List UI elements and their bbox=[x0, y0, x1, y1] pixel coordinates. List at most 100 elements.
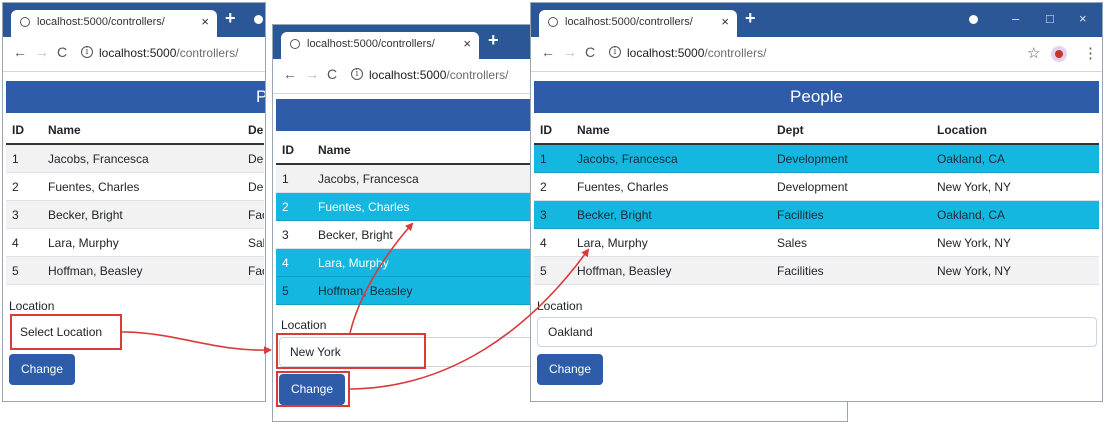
table-cell: 5 bbox=[276, 276, 312, 305]
page-heading: People bbox=[790, 87, 843, 106]
col-id: ID bbox=[6, 117, 42, 145]
address-bar[interactable]: localhost:5000/controllers/ bbox=[627, 46, 766, 60]
profile-icon[interactable] bbox=[969, 15, 978, 24]
close-tab-icon[interactable]: × bbox=[721, 14, 729, 29]
table-cell: Facilities bbox=[771, 256, 931, 285]
globe-icon bbox=[20, 17, 30, 27]
browser-toolbar: ← → C i localhost:5000/controllers/ bbox=[3, 37, 265, 72]
address-host: localhost:5000 bbox=[627, 46, 705, 60]
table-cell: Fuentes, Charles bbox=[312, 192, 526, 221]
location-label: Location bbox=[9, 299, 55, 313]
col-name: Name bbox=[312, 137, 526, 165]
tab-title: localhost:5000/controllers/ bbox=[307, 38, 435, 50]
new-tab-button[interactable]: + bbox=[488, 30, 499, 51]
change-button[interactable]: Change bbox=[537, 354, 603, 385]
browser-tab[interactable]: localhost:5000/controllers/ × bbox=[281, 32, 479, 59]
maximize-button[interactable]: □ bbox=[1046, 11, 1054, 26]
back-button[interactable]: ← bbox=[13, 44, 27, 60]
table-row: 4 Lara, Murphy Sales New York, NY bbox=[534, 228, 1099, 257]
location-input[interactable]: Oakland bbox=[537, 317, 1097, 347]
close-tab-icon[interactable]: × bbox=[201, 14, 209, 29]
browser-tab[interactable]: localhost:5000/controllers/ × bbox=[539, 10, 737, 37]
bookmark-star-icon[interactable]: ☆ bbox=[1027, 44, 1040, 62]
page-heading: P bbox=[256, 87, 265, 106]
globe-icon bbox=[548, 17, 558, 27]
address-path: /controllers/ bbox=[704, 46, 767, 60]
table-cell: Oakland, CA bbox=[931, 144, 1099, 173]
table-cell: 3 bbox=[534, 200, 571, 229]
table-cell: Lara, Murphy bbox=[571, 228, 771, 257]
reload-button[interactable]: C bbox=[327, 66, 337, 82]
table-cell: 2 bbox=[276, 192, 312, 221]
close-tab-icon[interactable]: × bbox=[463, 36, 471, 51]
new-tab-button[interactable]: + bbox=[745, 8, 756, 29]
forward-button[interactable]: → bbox=[305, 66, 319, 82]
table-cell: Becker, Bright bbox=[571, 200, 771, 229]
table-cell: De bbox=[242, 172, 264, 201]
globe-icon bbox=[290, 39, 300, 49]
table-row: 5Hoffman, BeasleyFac bbox=[6, 256, 264, 285]
annotation-box-new-york bbox=[276, 333, 426, 369]
table-cell: Fuentes, Charles bbox=[571, 172, 771, 201]
table-cell: Hoffman, Beasley bbox=[312, 276, 526, 305]
info-icon[interactable]: i bbox=[609, 46, 621, 58]
browser-tab[interactable]: localhost:5000/controllers/ × bbox=[11, 10, 217, 37]
col-id: ID bbox=[276, 137, 312, 165]
new-tab-button[interactable]: + bbox=[225, 8, 236, 29]
table-cell: Sales bbox=[771, 228, 931, 257]
table-cell: 5 bbox=[534, 256, 571, 285]
table-cell: Oakland, CA bbox=[931, 200, 1099, 229]
profile-icon[interactable] bbox=[254, 15, 263, 24]
table-cell: Becker, Bright bbox=[312, 220, 526, 249]
info-icon[interactable]: i bbox=[81, 46, 93, 58]
table-cell: Fuentes, Charles bbox=[42, 172, 242, 201]
info-icon[interactable]: i bbox=[351, 68, 363, 80]
table-row: 5 Hoffman, Beasley Facilities New York, NY bbox=[534, 256, 1099, 285]
col-id: ID bbox=[534, 117, 571, 145]
address-path: /controllers/ bbox=[176, 46, 239, 60]
reload-button[interactable]: C bbox=[57, 44, 67, 60]
table-row: 2 Fuentes, Charles Development New York, NY bbox=[534, 172, 1099, 201]
table-cell: New York, NY bbox=[931, 256, 1099, 285]
table-cell: 1 bbox=[6, 144, 42, 173]
extension-icon[interactable] bbox=[1051, 46, 1067, 62]
table-cell: Facilities bbox=[771, 200, 931, 229]
table-cell: 4 bbox=[534, 228, 571, 257]
table-cell: Jacobs, Francesca bbox=[42, 144, 242, 173]
reload-button[interactable]: C bbox=[585, 44, 595, 60]
back-button[interactable]: ← bbox=[541, 44, 555, 60]
table-row-highlighted: 1 Jacobs, Francesca Development Oakland, CA bbox=[534, 144, 1099, 173]
tab-title: localhost:5000/controllers/ bbox=[37, 16, 165, 28]
address-bar[interactable]: localhost:5000/controllers/ bbox=[99, 46, 238, 60]
forward-button[interactable]: → bbox=[35, 44, 49, 60]
address-bar[interactable]: localhost:5000/controllers/ bbox=[369, 68, 508, 82]
browser-toolbar: ← → C i localhost:5000/controllers/ ☆ ⋮ bbox=[531, 37, 1102, 72]
address-host: localhost:5000 bbox=[369, 68, 447, 82]
table-row: 3Becker, BrightFac bbox=[6, 200, 264, 229]
table-cell: De bbox=[242, 144, 264, 173]
table-cell: New York, NY bbox=[931, 228, 1099, 257]
people-table: ID Name Dept Location 1 Jacobs, Francesca Dev… bbox=[534, 117, 1099, 285]
minimize-button[interactable]: – bbox=[1012, 11, 1019, 26]
location-label: Location bbox=[281, 318, 327, 332]
table-cell: New York, NY bbox=[931, 172, 1099, 201]
tab-title: localhost:5000/controllers/ bbox=[565, 16, 693, 28]
browser-window-3: localhost:5000/controllers/ × + – □ × ← … bbox=[530, 2, 1103, 402]
people-table: ID Name De 1 Jacobs, Francesca De 2 Fuentes, … bbox=[6, 117, 264, 285]
annotation-box-select-location bbox=[10, 314, 122, 350]
table-cell: 4 bbox=[6, 228, 42, 257]
menu-icon[interactable]: ⋮ bbox=[1083, 44, 1098, 62]
table-cell: Lara, Murphy bbox=[312, 248, 526, 277]
table-row: 1 Jacobs, Francesca De bbox=[6, 144, 264, 173]
back-button[interactable]: ← bbox=[283, 66, 297, 82]
table-cell: 2 bbox=[534, 172, 571, 201]
page-heading-banner: People bbox=[534, 81, 1099, 113]
table-cell: Hoffman, Beasley bbox=[42, 256, 242, 285]
change-button[interactable]: Change bbox=[9, 354, 75, 385]
close-window-button[interactable]: × bbox=[1079, 11, 1087, 26]
table-cell: 4 bbox=[276, 248, 312, 277]
col-name: Name bbox=[571, 117, 771, 145]
forward-button[interactable]: → bbox=[563, 44, 577, 60]
col-name: Name bbox=[42, 117, 242, 145]
col-dept: Dept bbox=[771, 117, 931, 145]
